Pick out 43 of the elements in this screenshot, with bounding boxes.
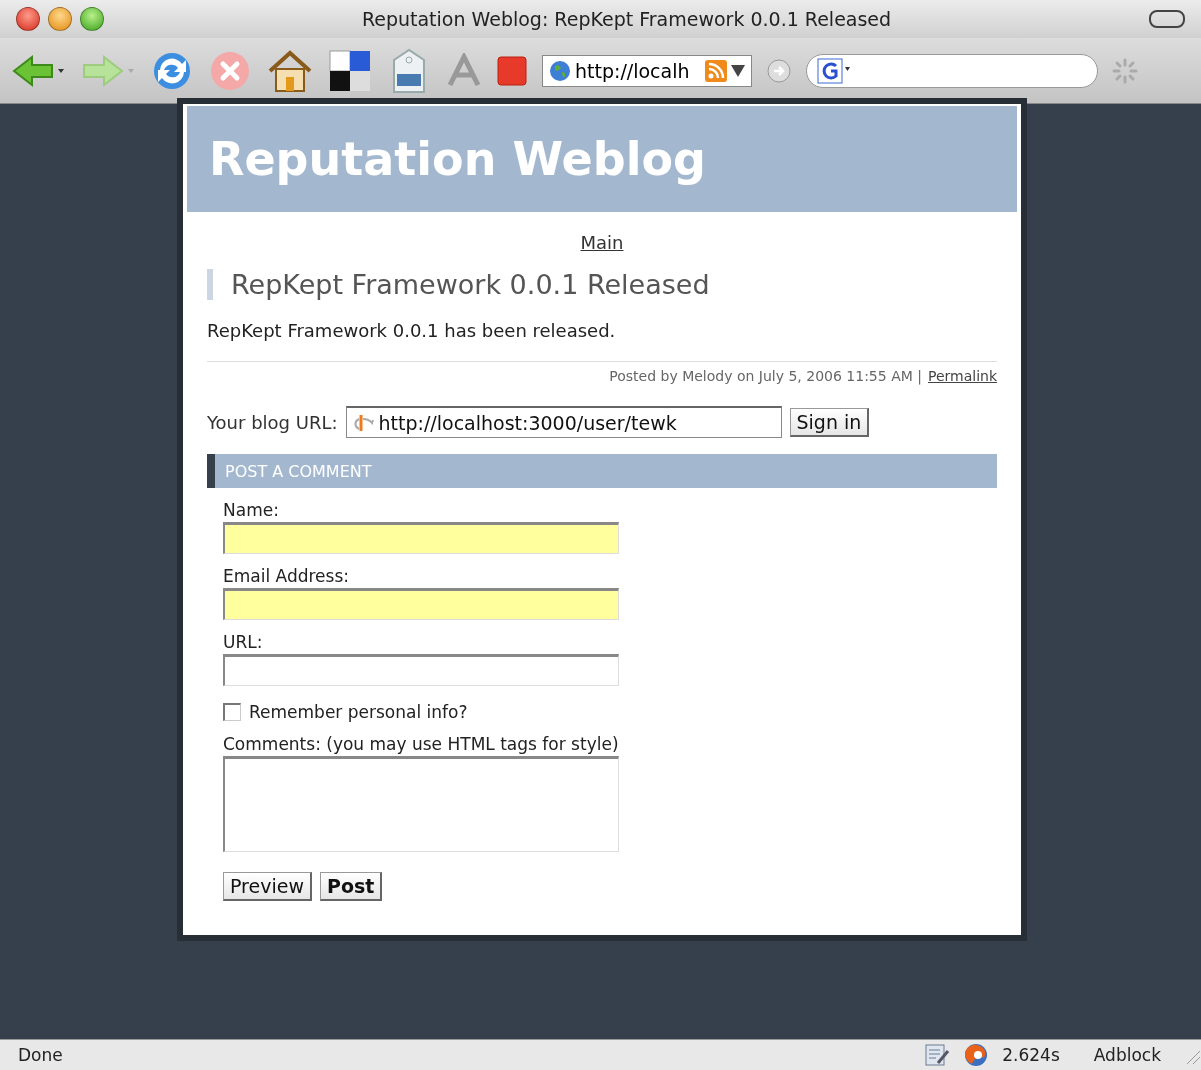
field-label: URL: — [223, 632, 263, 652]
sign-in-button[interactable]: Sign in — [789, 407, 870, 437]
window-title: Reputation Weblog: RepKept Framework 0.0.1 Released — [360, 8, 893, 30]
blog-title: Reputation Weblog — [209, 132, 706, 186]
input-field[interactable] — [223, 522, 619, 554]
globe-icon — [549, 59, 571, 82]
search-engine-icon[interactable] — [817, 57, 851, 84]
permalink-link[interactable]: Permalink — [927, 368, 997, 384]
checkbox[interactable] — [223, 703, 241, 721]
notepad-icon[interactable] — [924, 1043, 951, 1067]
status-text: Done — [18, 1045, 64, 1065]
zoom-button[interactable] — [80, 7, 104, 31]
adblock-label[interactable]: Adblock — [1093, 1045, 1161, 1065]
go-icon[interactable] — [766, 57, 792, 84]
square-icon[interactable] — [496, 54, 528, 87]
post-title: RepKept Framework 0.0.1 Released — [207, 269, 997, 300]
blog-url-field[interactable]: http://localhost:3000/user/tewk — [345, 406, 782, 438]
comments-field[interactable] — [223, 756, 619, 852]
stop-icon[interactable] — [208, 49, 252, 92]
field-label: Comments: (you may use HTML tags for style) — [223, 734, 619, 754]
checkbox-label: Remember personal info? — [249, 702, 468, 722]
home-icon[interactable] — [266, 48, 314, 93]
post-byline: Posted by Melody on July 5, 2006 11:55 AM | — [609, 368, 922, 384]
main-link[interactable]: Main — [580, 232, 624, 253]
font-icon[interactable] — [446, 52, 482, 89]
input-field[interactable] — [223, 654, 619, 686]
close-button[interactable] — [16, 7, 40, 31]
post-button[interactable]: Post — [319, 872, 383, 901]
dropdown-arrow-icon[interactable] — [731, 64, 745, 77]
spinner-icon — [1112, 57, 1138, 84]
field-label: Name: — [223, 500, 279, 520]
blog-url-label: Your blog URL: — [207, 411, 338, 433]
section-title: POST A COMMENT — [225, 461, 372, 481]
post-body: RepKept Framework 0.0.1 has been released. — [207, 320, 997, 362]
preview-button[interactable]: Preview — [223, 872, 312, 901]
input-field[interactable] — [223, 588, 619, 620]
search-field[interactable] — [806, 53, 1098, 88]
field-label: Email Address: — [223, 566, 349, 586]
grid-icon[interactable] — [328, 48, 372, 93]
minimize-button[interactable] — [48, 7, 72, 31]
toolbar-toggle-button[interactable] — [1149, 10, 1185, 28]
address-field[interactable]: http://localh — [542, 54, 752, 87]
load-time: 2.624s — [1002, 1045, 1060, 1065]
